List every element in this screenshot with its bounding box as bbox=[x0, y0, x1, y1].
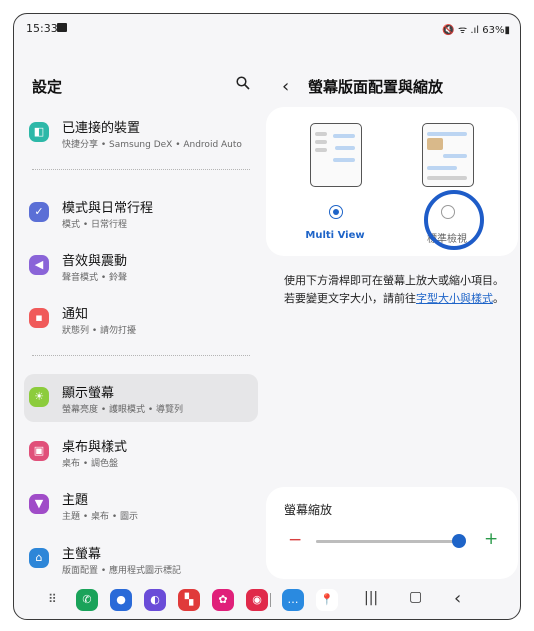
settings-item-title: 模式與日常行程 bbox=[62, 201, 154, 216]
settings-item[interactable]: ▪ 通知狀態列 • 請勿打擾 bbox=[24, 295, 258, 343]
settings-item[interactable]: ▼ 主題主題 • 桌布 • 圖示 bbox=[24, 481, 258, 529]
home-button[interactable]: ▢ bbox=[409, 589, 422, 605]
status-bar: 15:33 🔇 ᯤ .ıl 63%▮ bbox=[14, 14, 520, 44]
taskbar: ⠿ ✆ ● ◐ ▚ ✿ ◉ … 📍 ||| ▢ ‹ bbox=[14, 583, 520, 619]
zoom-out-button[interactable]: − bbox=[288, 530, 302, 550]
font-size-link[interactable]: 字型大小與樣式 bbox=[416, 292, 493, 305]
maps-app-icon[interactable]: 📍 bbox=[316, 589, 338, 611]
device-frame: 15:33 🔇 ᯤ .ıl 63%▮ 設定 ◧ 已連接的裝置快捷分享 • Sams… bbox=[13, 13, 521, 620]
section-divider bbox=[32, 355, 250, 356]
settings-item-title: 主螢幕 bbox=[62, 547, 102, 562]
settings-item[interactable]: ▣ 桌布與樣式桌布 • 調色盤 bbox=[24, 428, 258, 476]
zoom-in-button[interactable]: + bbox=[484, 529, 498, 549]
page-title: 螢幕版面配置與縮放 bbox=[308, 78, 444, 96]
messages-app-icon[interactable]: ● bbox=[110, 589, 132, 611]
search-icon[interactable] bbox=[236, 76, 250, 90]
zoom-description: 使用下方滑桿即可在螢幕上放大或縮小項目。若要變更文字大小，請前往字型大小與樣式。 bbox=[284, 274, 504, 305]
internet-app-icon[interactable]: ◐ bbox=[144, 589, 166, 611]
back-button[interactable]: ‹ bbox=[282, 76, 289, 97]
sound-icon: ◀ bbox=[29, 255, 49, 275]
settings-item-subtitle: 桌布 • 調色盤 bbox=[62, 459, 119, 469]
settings-item-title: 桌布與樣式 bbox=[62, 440, 128, 455]
settings-item-subtitle: 版面配置 • 應用程式圖示標記 bbox=[62, 566, 182, 576]
multi-view-preview bbox=[310, 123, 362, 187]
standard-view-preview bbox=[422, 123, 474, 187]
status-time: 15:33 bbox=[26, 22, 58, 35]
recent-apps-button[interactable]: ||| bbox=[364, 590, 378, 606]
modes-icon: ✓ bbox=[29, 202, 49, 222]
section-divider bbox=[32, 169, 250, 170]
settings-item-subtitle: 主題 • 桌布 • 圖示 bbox=[62, 512, 139, 522]
highlight-circle bbox=[424, 190, 484, 250]
image-notification-icon bbox=[57, 23, 67, 32]
multi-view-label: Multi View bbox=[305, 230, 365, 241]
settings-item[interactable]: ⌂ 主螢幕版面配置 • 應用程式圖示標記 bbox=[24, 535, 258, 583]
zoom-slider[interactable] bbox=[316, 534, 466, 548]
settings-item-title: 音效與震動 bbox=[62, 254, 128, 269]
multi-view-radio[interactable] bbox=[329, 205, 343, 219]
settings-item-subtitle: 快捷分享 • Samsung DeX • Android Auto bbox=[62, 140, 242, 150]
settings-item[interactable]: ◧ 已連接的裝置快捷分享 • Samsung DeX • Android Auto bbox=[24, 109, 258, 157]
flipboard-app-icon[interactable]: ▚ bbox=[178, 589, 200, 611]
phone-app-icon[interactable]: ✆ bbox=[76, 589, 98, 611]
camera-app-icon[interactable]: ◉ bbox=[246, 589, 268, 611]
connected-devices-icon: ◧ bbox=[29, 122, 49, 142]
settings-title: 設定 bbox=[32, 78, 63, 96]
zoom-slider-thumb[interactable] bbox=[451, 534, 466, 548]
settings-list: 設定 ◧ 已連接的裝置快捷分享 • Samsung DeX • Android A… bbox=[14, 44, 266, 583]
settings-item-title: 通知 bbox=[62, 307, 89, 322]
status-icons: 🔇 ᯤ .ıl 63%▮ bbox=[442, 25, 510, 36]
settings-item[interactable]: ☀ 顯示螢幕螢幕亮度 • 護眼模式 • 導覽列 bbox=[24, 374, 258, 422]
settings-item-title: 主題 bbox=[62, 493, 89, 508]
chat-app-icon[interactable]: … bbox=[282, 589, 304, 611]
home-screen-icon: ⌂ bbox=[29, 548, 49, 568]
settings-item-subtitle: 聲音模式 • 鈴聲 bbox=[62, 273, 128, 283]
taskbar-separator bbox=[270, 593, 271, 607]
notifications-icon: ▪ bbox=[29, 308, 49, 328]
screen-zoom-label: 螢幕縮放 bbox=[284, 503, 333, 517]
display-icon: ☀ bbox=[29, 387, 49, 407]
back-nav-button[interactable]: ‹ bbox=[454, 588, 461, 609]
settings-item-title: 已連接的裝置 bbox=[62, 121, 141, 136]
layout-options-card: Multi View 標準檢視 bbox=[266, 107, 518, 256]
themes-icon: ▼ bbox=[29, 494, 49, 514]
settings-item-title: 顯示螢幕 bbox=[62, 386, 115, 401]
bixby-app-icon[interactable]: ✿ bbox=[212, 589, 234, 611]
settings-item-subtitle: 狀態列 • 請勿打擾 bbox=[62, 326, 137, 336]
app-drawer-icon[interactable]: ⠿ bbox=[48, 592, 57, 606]
settings-item-subtitle: 螢幕亮度 • 護眼模式 • 導覽列 bbox=[62, 405, 184, 415]
detail-pane: ‹ 螢幕版面配置與縮放 Multi View 標準檢視 使用下方滑桿即可在螢幕上… bbox=[266, 44, 520, 583]
wallpaper-icon: ▣ bbox=[29, 441, 49, 461]
settings-item[interactable]: ✓ 模式與日常行程模式 • 日常行程 bbox=[24, 189, 258, 237]
settings-item-subtitle: 模式 • 日常行程 bbox=[62, 220, 128, 230]
settings-item[interactable]: ◀ 音效與震動聲音模式 • 鈴聲 bbox=[24, 242, 258, 290]
screen-zoom-card: 螢幕縮放 − + bbox=[266, 487, 518, 579]
